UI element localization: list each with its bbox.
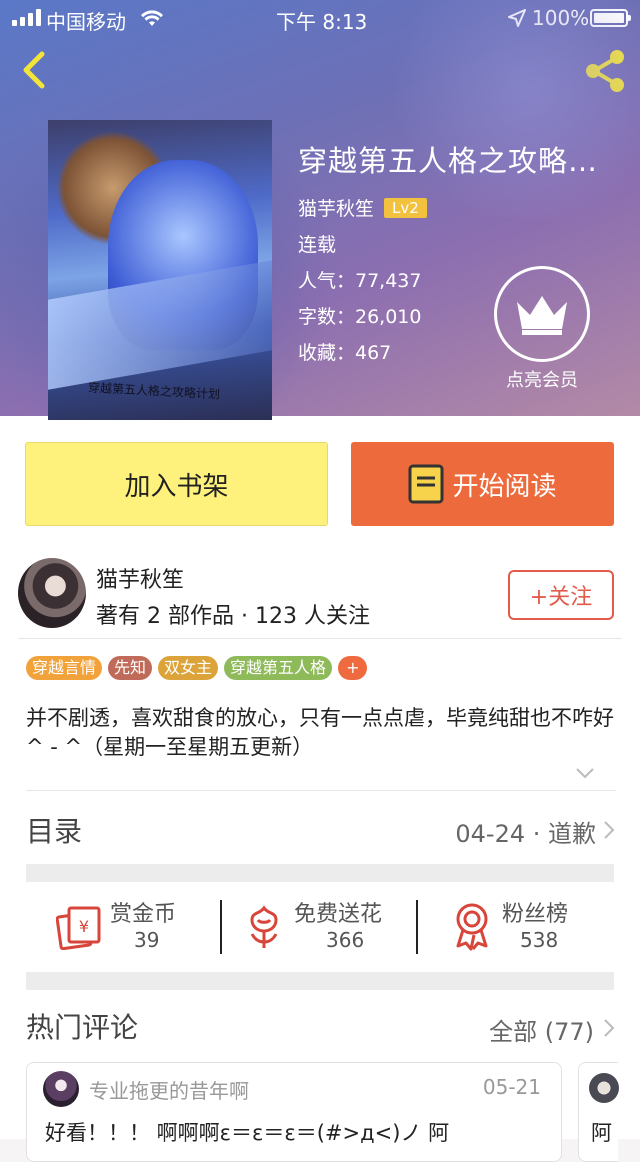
vip-label: 点亮会员 [506,370,578,391]
signal-icon [12,8,41,26]
comment-date: 05-21 [482,1075,541,1099]
level-badge: Lv2 [384,197,427,218]
add-to-shelf-label: 加入书架 [124,471,229,502]
add-tag-button[interactable]: + [338,656,368,680]
author-meta: 著有 2 部作品 · 123 人关注 [96,604,370,629]
book-description: 并不剧透，喜欢甜食的放心，只有一点点虐，毕竟纯甜也不咋好^ - ^（星期一至星期… [26,706,614,759]
stat-value: 538 [520,928,559,952]
divider [220,900,222,954]
section-gap [26,864,614,882]
section-gap [26,972,614,990]
tag-2[interactable]: 双女主 [158,656,219,680]
clock: 下午 8:13 [276,10,368,34]
avatar[interactable] [43,1071,79,1107]
author-row[interactable]: 猫芋秋笙 著有 2 部作品 · 123 人关注 +关注 [18,558,622,638]
stat-label: 赏金币 [110,902,177,927]
table-of-contents-row[interactable]: 目录 04-24 · 道歉 [26,800,616,856]
divider [26,790,616,791]
author-name: 猫芋秋笙 [96,568,185,593]
battery-icon [590,9,631,27]
tag-0[interactable]: 穿越言情 [26,656,103,680]
book-status: 连载 [298,234,337,256]
start-reading-label: 开始阅读 [452,471,557,502]
hot-comments-title: 热门评论 [26,1011,139,1044]
share-button[interactable] [582,48,628,94]
toc-latest-chapter: 04-24 · 道歉 [455,820,596,848]
tag-3[interactable]: 穿越第五人格 [224,656,333,680]
crown-icon [494,266,590,362]
flower-icon [250,905,278,948]
stat-label: 粉丝榜 [502,902,569,927]
cover-title: 穿越第五人格之攻略计划 [87,380,221,402]
chevron-left-icon [23,51,45,89]
avatar [589,1073,619,1103]
all-comments-link[interactable]: 全部 (77) [489,1012,594,1047]
wifi-icon [140,8,164,32]
location-arrow-icon [508,8,526,32]
book-icon [408,464,444,504]
tag-list: 穿越言情 先知 双女主 穿越第五人格 + [26,656,368,680]
status-bar: 中国移动 下午 8:13 100% [0,0,640,36]
share-icon [586,50,624,92]
stat-value: 366 [326,928,365,952]
ribbon-badge-icon [456,903,488,951]
comment-card-next[interactable]: 阿 [578,1062,619,1162]
chevron-right-icon [604,1019,615,1037]
book-author[interactable]: 猫芋秋笙 [298,194,374,221]
divider [18,638,622,639]
send-flowers-button[interactable]: 免费送花 366 [244,896,414,960]
coin-envelope-icon: ¥ [56,906,101,950]
vip-button[interactable]: 点亮会员 [492,266,592,392]
hot-comments-header[interactable]: 热门评论 全部 (77) [26,1000,616,1056]
comment-card[interactable]: 专业拖更的昔年啊 05-21 好看！！！ 啊啊啊ε＝ε＝ε＝(#>д<)ノ 阿 [26,1062,562,1162]
add-to-shelf-button[interactable]: 加入书架 [25,442,328,526]
reward-coins-button[interactable]: ¥ 赏金币 39 [56,896,206,960]
chevron-down-icon[interactable] [574,762,596,784]
comment-text-preview: 阿 [591,1121,612,1145]
divider [416,900,418,954]
chevron-right-icon [604,821,615,839]
comment-text: 好看！！！ 啊啊啊ε＝ε＝ε＝(#>д<)ノ 阿 [45,1121,450,1145]
carrier-label: 中国移动 [46,10,126,34]
stat-value: 39 [134,928,160,952]
book-cover[interactable]: 穿越第五人格之攻略计划 [48,120,272,420]
battery-percent: 100% [532,6,590,30]
comment-user: 专业拖更的昔年啊 [89,1079,249,1103]
fan-ranking-button[interactable]: 粉丝榜 538 [452,896,602,960]
book-title: 穿越第五人格之攻略… [298,144,599,178]
follow-button[interactable]: +关注 [508,570,614,620]
start-reading-button[interactable]: 开始阅读 [351,442,614,526]
avatar[interactable] [18,558,86,628]
svg-text:¥: ¥ [79,917,89,936]
back-button[interactable] [14,50,54,90]
toc-title: 目录 [26,815,83,848]
tag-1[interactable]: 先知 [108,656,153,680]
stat-label: 免费送花 [294,902,383,927]
